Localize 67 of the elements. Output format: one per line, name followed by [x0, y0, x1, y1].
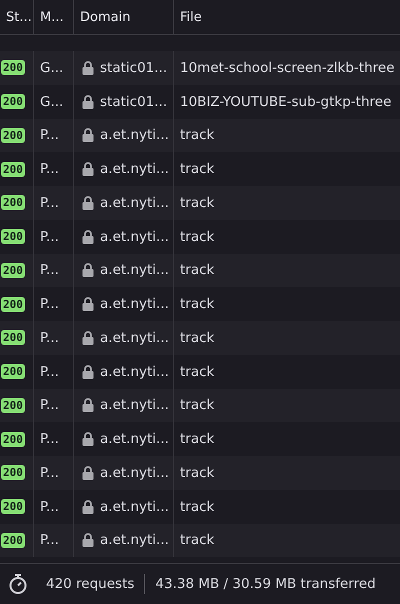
- method-text: P...: [40, 127, 59, 144]
- domain-text: a.et.nyti...: [100, 194, 169, 211]
- status-badge: 200: [1, 532, 25, 548]
- method-text: P...: [40, 397, 59, 414]
- method-text: P...: [40, 431, 59, 448]
- file-name: track: [180, 498, 214, 515]
- status-badge: 200: [1, 398, 25, 413]
- status-badge: 200: [1, 195, 25, 210]
- status-badge: 200: [1, 94, 25, 110]
- domain-text: a.et.nyti...: [100, 296, 169, 312]
- file-name: track: [180, 532, 214, 548]
- domain-text: a.et.nyti...: [100, 397, 169, 414]
- method-text: P...: [40, 498, 59, 515]
- domain-text: a.et.nyti...: [100, 262, 169, 278]
- method-text: G...: [40, 94, 64, 110]
- file-name: 10BIZ-YOUTUBE-sub-gtkp-three: [180, 94, 392, 110]
- column-header[interactable]: M...: [40, 10, 64, 24]
- file-name: track: [180, 228, 214, 245]
- file-name: track: [180, 397, 214, 414]
- status-badge: 200: [1, 499, 25, 514]
- status-badge: 200: [1, 128, 25, 143]
- status-badge: 200: [1, 60, 25, 76]
- file-name: track: [180, 431, 214, 448]
- method-text: P...: [40, 532, 59, 548]
- method-text: P...: [40, 464, 59, 481]
- method-text: P...: [40, 228, 59, 245]
- status-badge: 200: [1, 162, 25, 177]
- domain-text: a.et.nyti...: [100, 464, 169, 481]
- domain-text: a.et.nyti...: [100, 228, 169, 245]
- file-name: track: [180, 330, 214, 346]
- status-badge: 200: [1, 330, 25, 346]
- status-badge: 200: [1, 432, 25, 447]
- file-name: track: [180, 194, 214, 211]
- file-name: track: [180, 127, 214, 144]
- method-text: P...: [40, 262, 59, 278]
- method-text: P...: [40, 364, 59, 380]
- domain-text: static01...: [100, 94, 168, 110]
- domain-text: a.et.nyti...: [100, 532, 169, 548]
- status-badge: 200: [1, 262, 25, 278]
- domain-text: a.et.nyti...: [100, 127, 169, 144]
- column-header[interactable]: Domain: [80, 10, 130, 24]
- domain-text: a.et.nyti...: [100, 364, 169, 380]
- domain-text: a.et.nyti...: [100, 161, 169, 178]
- column-header[interactable]: File: [180, 10, 202, 24]
- status-badge: 200: [1, 296, 25, 312]
- request-count: 420 requests: [46, 576, 134, 592]
- domain-text: a.et.nyti...: [100, 431, 169, 448]
- status-badge: 200: [1, 364, 25, 380]
- transfer-size: 43.38 MB / 30.59 MB transferred: [155, 576, 376, 592]
- method-text: P...: [40, 194, 59, 211]
- domain-text: a.et.nyti...: [100, 498, 169, 515]
- file-name: 10met-school-screen-zlkb-three: [180, 60, 395, 76]
- column-header[interactable]: St...: [6, 10, 32, 24]
- method-text: G...: [40, 60, 64, 76]
- file-name: track: [180, 464, 214, 481]
- file-name: track: [180, 161, 214, 178]
- file-name: track: [180, 262, 214, 278]
- method-text: P...: [40, 161, 59, 178]
- file-name: track: [180, 364, 214, 380]
- stopwatch-icon: [8, 573, 28, 595]
- method-text: P...: [40, 296, 59, 312]
- domain-text: static01...: [100, 60, 168, 76]
- status-badge: 200: [1, 229, 25, 244]
- method-text: P...: [40, 330, 59, 346]
- status-badge: 200: [1, 465, 25, 480]
- file-name: track: [180, 296, 214, 312]
- domain-text: a.et.nyti...: [100, 330, 169, 346]
